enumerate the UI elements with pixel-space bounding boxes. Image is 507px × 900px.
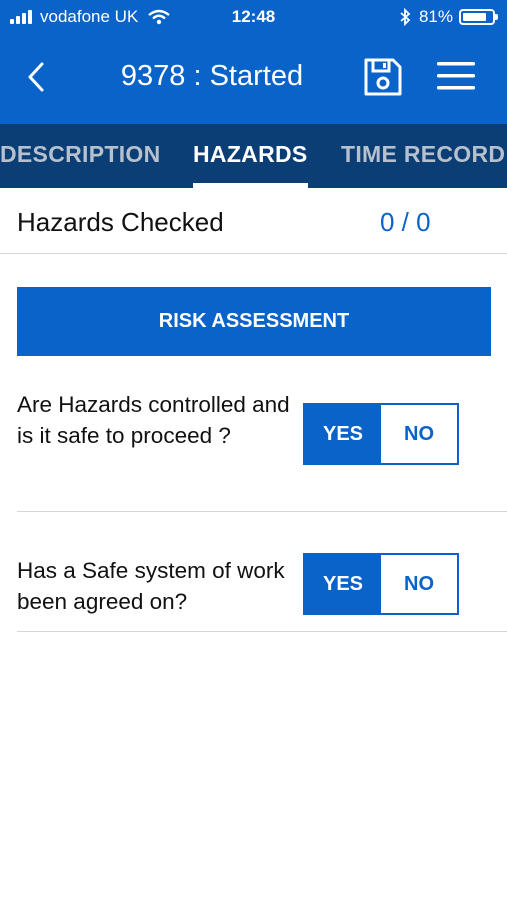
hazards-controlled-toggle: YES NO — [303, 403, 459, 465]
question-safe-system: Has a Safe system of work been agreed on… — [17, 558, 285, 614]
status-bar: vodafone UK 12:48 81% — [0, 0, 507, 34]
save-icon[interactable] — [363, 57, 403, 97]
app-header: vodafone UK 12:48 81% 9378 : Started — [0, 0, 507, 124]
hazards-checked-count: 0 / 0 — [380, 207, 431, 237]
divider — [17, 511, 507, 512]
risk-assessment-button[interactable]: RISK ASSESSMENT — [17, 287, 491, 356]
no-option[interactable]: NO — [381, 555, 457, 613]
menu-icon[interactable] — [437, 60, 475, 92]
question-hazards-controlled: Are Hazards controlled and is it safe to… — [17, 392, 290, 448]
page-title: 9378 : Started — [120, 60, 304, 92]
yes-option[interactable]: YES — [305, 405, 381, 463]
tab-label: DESCRIPTION — [0, 141, 161, 167]
tab-label: TIME RECORD — [341, 141, 506, 167]
divider — [17, 631, 507, 632]
battery-group: 81% — [399, 7, 498, 27]
tab-description[interactable]: DESCRIPTION — [0, 124, 160, 188]
tab-label: HAZARDS — [193, 141, 308, 167]
battery-percent: 81% — [418, 7, 453, 26]
safe-system-toggle: YES NO — [303, 553, 459, 615]
battery-icon — [459, 9, 498, 25]
hazards-checked-row: Hazards Checked 0 / 0 — [0, 188, 507, 254]
tab-hazards[interactable]: HAZARDS — [193, 124, 308, 188]
tab-time-record[interactable]: TIME RECORD — [341, 124, 505, 188]
back-chevron-icon[interactable] — [22, 58, 54, 98]
tab-bar: DESCRIPTION HAZARDS TIME RECORD — [0, 124, 507, 188]
bluetooth-icon — [400, 8, 411, 26]
no-option[interactable]: NO — [381, 405, 457, 463]
hazards-checked-label: Hazards Checked — [17, 207, 224, 237]
nav-bar: 9378 : Started — [0, 40, 507, 120]
yes-option[interactable]: YES — [305, 555, 381, 613]
